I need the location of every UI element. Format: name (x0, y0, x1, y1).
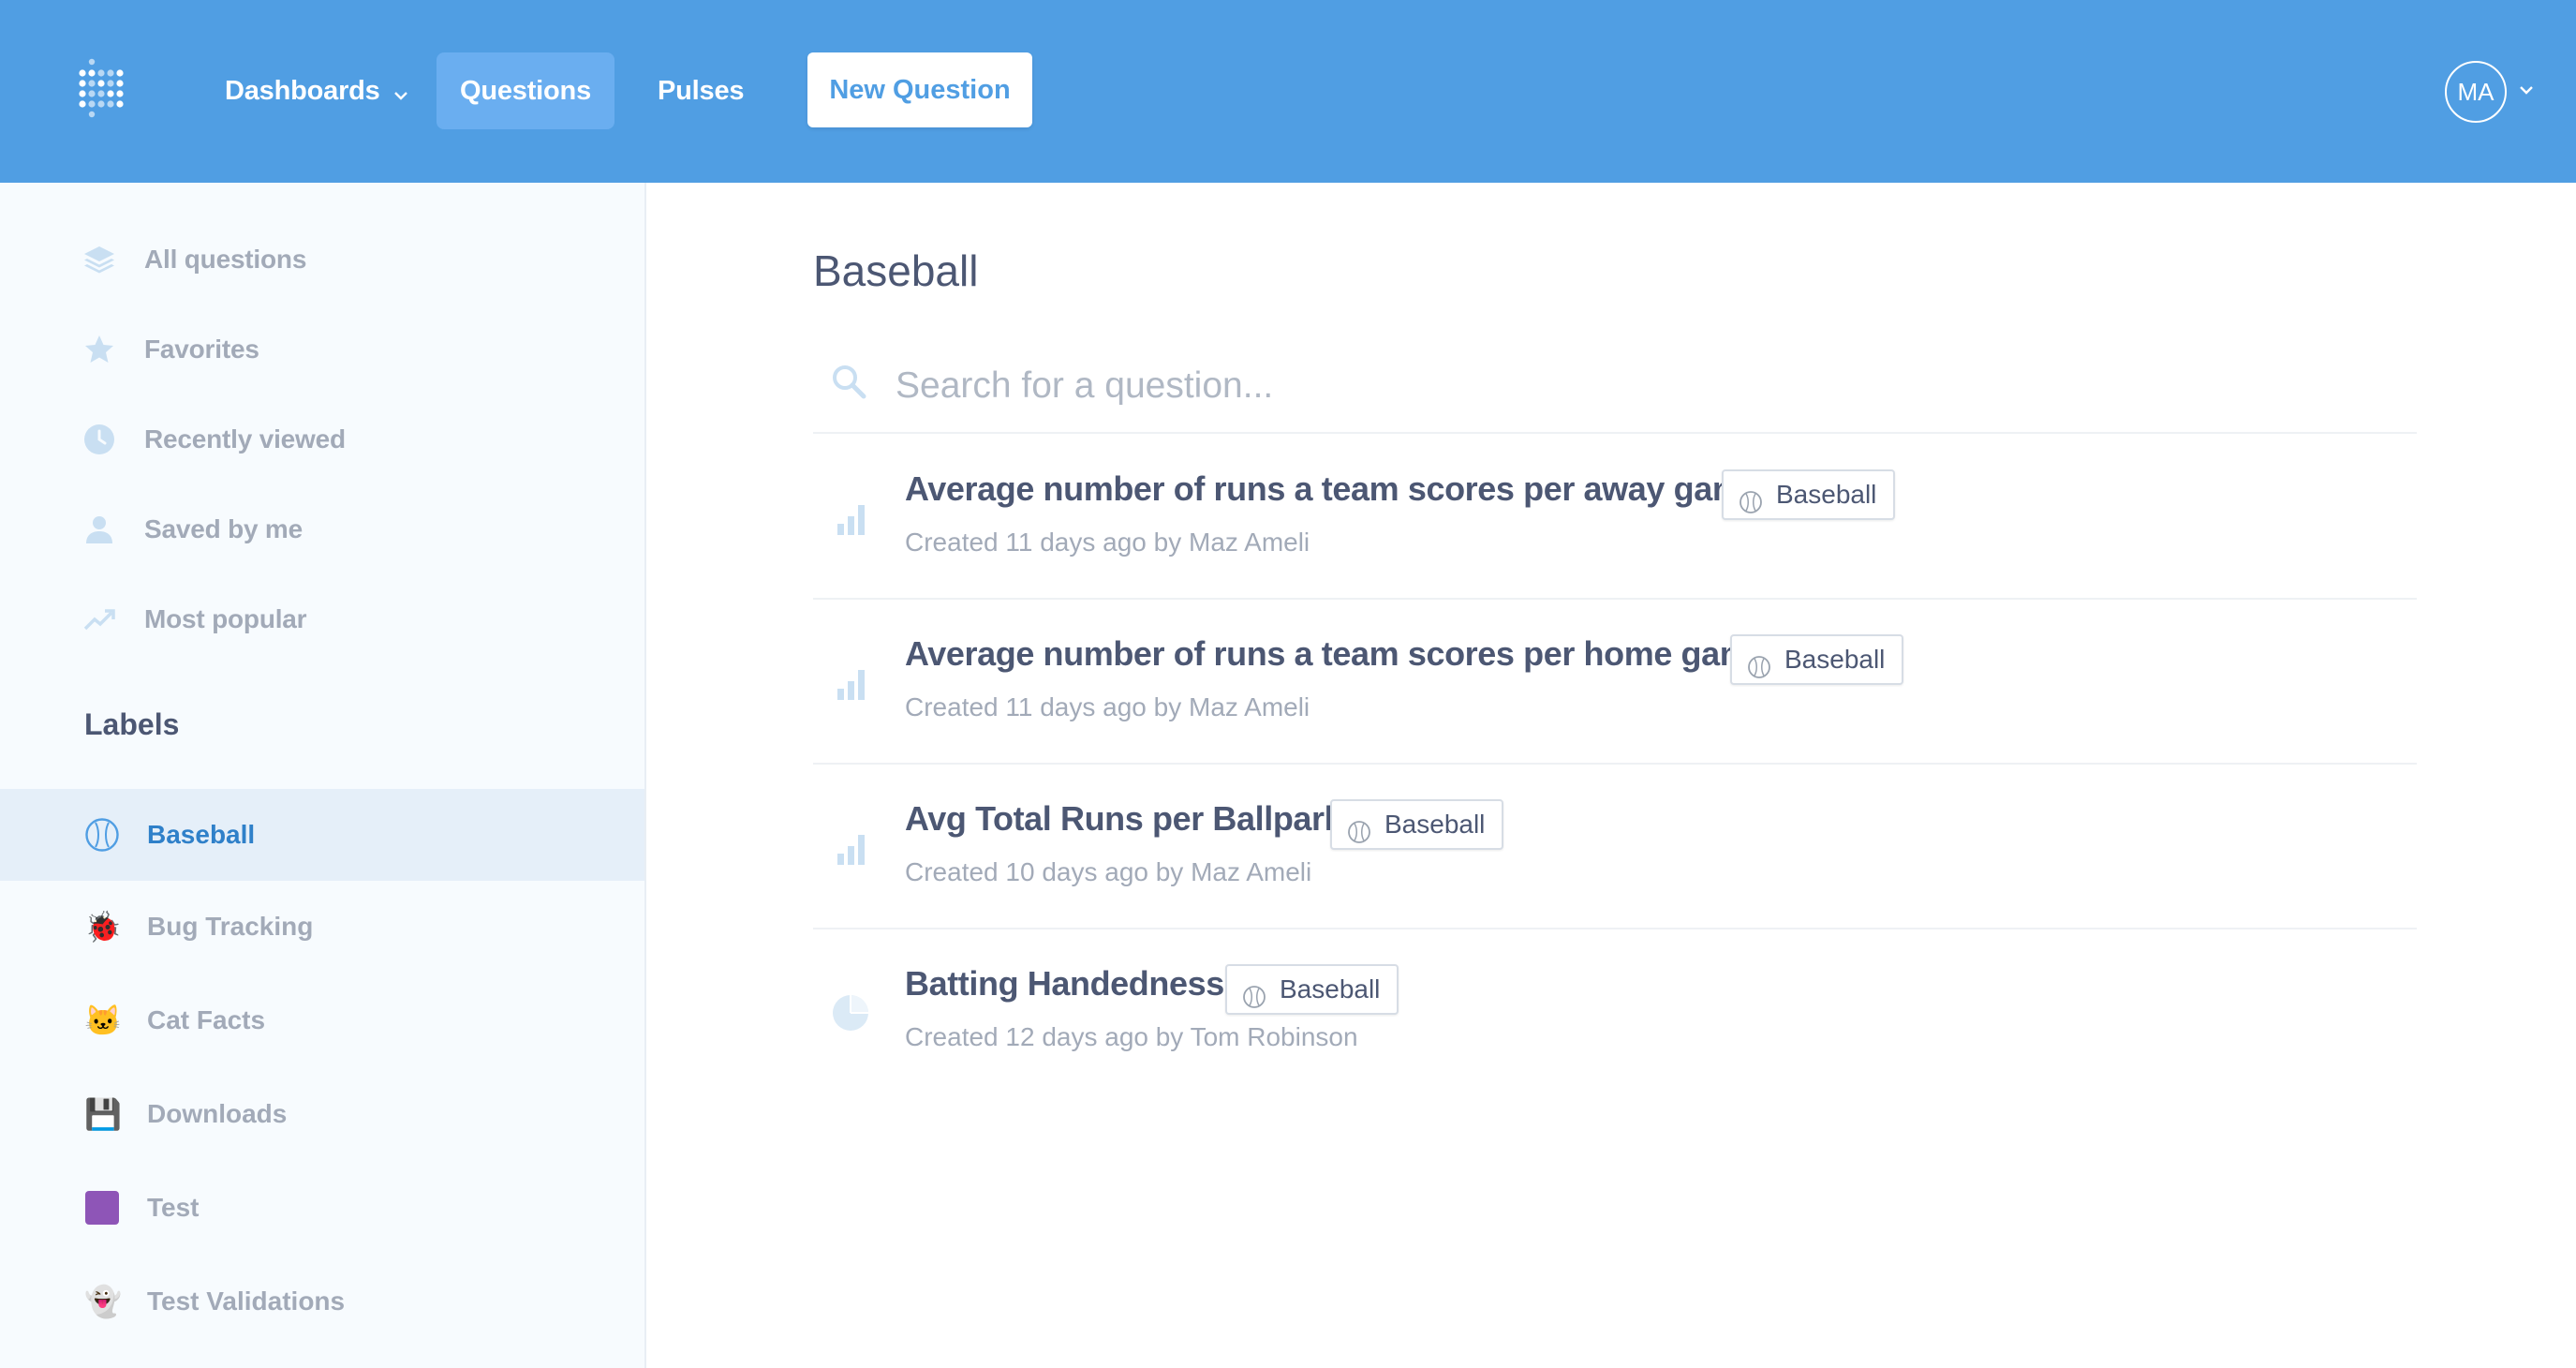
sidebar-item-label: Recently viewed (144, 424, 346, 454)
question-row[interactable]: Average number of runs a team scores per… (813, 434, 2417, 600)
question-title[interactable]: Average number of runs a team scores per… (905, 469, 1760, 509)
purple-square-icon (84, 1190, 120, 1226)
label-tag-baseball[interactable]: Baseball (1722, 469, 1896, 520)
sidebar-label-text: Baseball (147, 820, 256, 849)
baseball-icon (1747, 647, 1771, 678)
trend-icon (82, 602, 116, 636)
sidebar-label-bug-tracking[interactable]: 🐞 Bug Tracking (0, 881, 644, 973)
sidebar-label-text: Cat Facts (147, 1005, 266, 1034)
question-meta: Created 12 days ago by Tom Robinson (905, 1022, 1358, 1051)
label-tag-baseball[interactable]: Baseball (1730, 634, 1904, 685)
label-tag-baseball[interactable]: Baseball (1330, 799, 1504, 850)
person-icon (82, 513, 116, 546)
label-tag-text: Baseball (1384, 810, 1486, 839)
ghost-icon: 👻 (84, 1285, 122, 1318)
nav-questions-label: Questions (460, 76, 591, 106)
sidebar-item-saved-by-me[interactable]: Saved by me (0, 484, 644, 574)
nav-dashboards-label: Dashboards (225, 76, 380, 106)
sidebar-item-all-questions[interactable]: All questions (0, 215, 644, 305)
sidebar-label-text: Downloads (147, 1099, 288, 1128)
baseball-icon (84, 817, 120, 853)
metabase-logo-icon[interactable] (77, 56, 133, 122)
sidebar-item-label: Saved by me (144, 514, 303, 543)
question-title[interactable]: Average number of runs a team scores per… (905, 634, 1768, 674)
sidebar-label-text: Test (147, 1193, 200, 1222)
question-meta: Created 11 days ago by Maz Ameli (905, 528, 1310, 557)
question-search (813, 342, 2417, 434)
sidebar-label-test[interactable]: Test (0, 1162, 644, 1254)
label-tag-baseball[interactable]: Baseball (1225, 964, 1399, 1015)
baseball-icon (1739, 483, 1763, 513)
sidebar-item-recently-viewed[interactable]: Recently viewed (0, 394, 644, 484)
question-row[interactable]: Average number of runs a team scores per… (813, 599, 2417, 765)
clock-icon (82, 423, 116, 456)
nav-pulses[interactable]: Pulses (639, 52, 762, 129)
sidebar-item-label: Favorites (144, 335, 259, 364)
label-tag-text: Baseball (1776, 480, 1877, 509)
labels-heading: Labels (84, 707, 180, 741)
page-title: Baseball (813, 246, 979, 295)
pie-chart-icon (830, 992, 871, 1033)
stack-icon (82, 243, 116, 276)
cat-icon: 🐱 (84, 1004, 122, 1037)
sidebar-label-text: Test Validations (147, 1286, 346, 1316)
floppy-disk-icon: 💾 (84, 1097, 122, 1131)
chevron-down-icon (393, 53, 408, 130)
nav-pulses-label: Pulses (658, 76, 745, 106)
question-meta: Created 11 days ago by Maz Ameli (905, 692, 1310, 721)
user-avatar[interactable]: MA (2445, 61, 2507, 123)
question-row[interactable]: Avg Total Runs per Ballpark Baseball Cre… (813, 764, 2417, 929)
sidebar-item-label: Most popular (144, 604, 307, 633)
ladybug-icon: 🐞 (84, 910, 122, 944)
bar-chart-icon (830, 498, 871, 539)
sidebar-label-downloads[interactable]: 💾 Downloads (0, 1068, 644, 1160)
sidebar-label-test-validations[interactable]: 👻 Test Validations (0, 1256, 644, 1347)
sidebar-item-favorites[interactable]: Favorites (0, 305, 644, 394)
question-title[interactable]: Avg Total Runs per Ballpark (905, 799, 1343, 839)
chevron-down-icon[interactable] (2519, 82, 2534, 99)
search-icon (830, 363, 867, 405)
sidebar-item-label: All questions (144, 245, 307, 274)
new-question-button[interactable]: New Question (807, 52, 1032, 127)
sidebar-label-baseball[interactable]: Baseball (0, 789, 644, 881)
baseball-icon (1242, 977, 1266, 1008)
nav-questions[interactable]: Questions (437, 52, 614, 129)
question-row[interactable]: Batting Handedness Baseball Created 12 d… (813, 929, 2417, 1093)
label-tag-text: Baseball (1280, 974, 1381, 1004)
question-meta: Created 10 days ago by Maz Ameli (905, 857, 1312, 886)
search-input[interactable] (894, 359, 2359, 413)
star-icon (82, 333, 116, 366)
sidebar: All questions Favorites Recently viewed … (0, 183, 646, 1368)
sidebar-label-cat-facts[interactable]: 🐱 Cat Facts (0, 974, 644, 1066)
sidebar-item-most-popular[interactable]: Most popular (0, 574, 644, 664)
top-navigation-bar: Dashboards Questions Pulses New Question… (0, 0, 2576, 183)
bar-chart-icon (830, 662, 871, 704)
question-title[interactable]: Batting Handedness (905, 964, 1224, 1004)
nav-dashboards[interactable]: Dashboards (206, 52, 427, 129)
sidebar-label-text: Bug Tracking (147, 912, 314, 941)
bar-chart-icon (830, 827, 871, 869)
label-tag-text: Baseball (1784, 645, 1886, 674)
baseball-icon (1347, 812, 1371, 843)
